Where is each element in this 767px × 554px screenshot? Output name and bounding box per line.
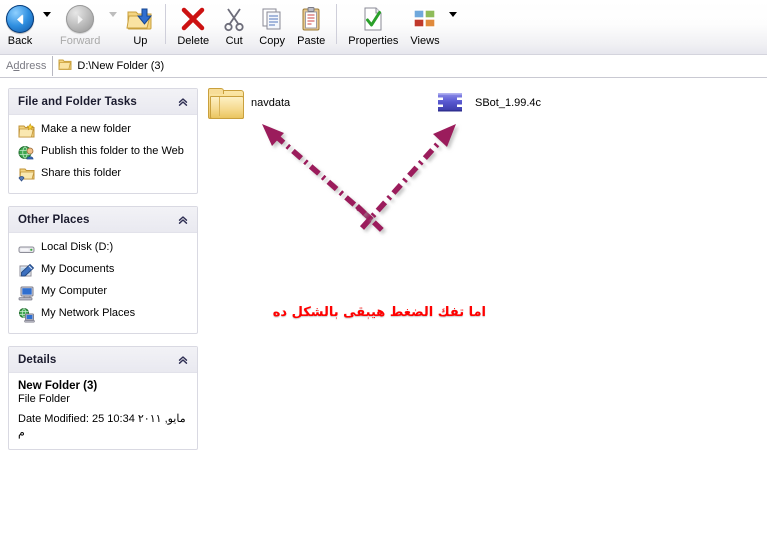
copy-button[interactable]: Copy [253,0,291,47]
sidebar-item-my-computer[interactable]: My Computer [13,282,193,304]
publish-web-icon [18,145,35,162]
checkmark-page-icon [360,4,386,34]
sidebar-item-make-a-new-folder[interactable]: Make a new folder [13,120,193,142]
file-item-sbot[interactable]: SBot_1.99.4c [432,88,541,118]
folder-icon [58,58,72,74]
delete-label: Delete [177,35,210,47]
up-label: Up [133,35,148,47]
sidebar-item-publish-this-folder-to-the-web[interactable]: Publish this folder to the Web [13,142,193,164]
my-documents-icon [18,263,35,280]
panel-title: Other Places [18,213,90,226]
forward-dropdown-button[interactable] [106,0,120,34]
paste-button[interactable]: Paste [291,0,331,47]
sidebar-item-label: Local Disk (D:) [41,241,114,253]
panel-header[interactable]: Other Places [9,207,197,233]
file-item-navdata[interactable]: navdata [208,88,291,119]
cut-button[interactable]: Cut [215,0,253,47]
details-date-modified: Date Modified: 25 مايو, ٢٠١١ 10:34 م [18,413,186,439]
up-folder-icon [126,4,154,34]
views-grid-icon [412,4,438,34]
sidebar-item-label: Make a new folder [41,123,131,135]
address-label: Address [6,60,47,72]
chevron-down-icon [43,12,51,17]
panel-other-places: Other Places Local Disk (D:) My Document… [8,206,198,334]
file-list-area[interactable]: navdata SBot_1.99.4c [200,80,767,554]
chevron-down-icon [448,12,457,17]
file-name: SBot_1.99.4c [475,97,542,109]
panel-file-and-folder-tasks: File and Folder Tasks Make a new folder [8,88,198,194]
delete-button[interactable]: Delete [171,0,215,47]
toolbar: Back Forward Up Delete Cut Copy Paste Pr… [0,0,767,55]
sidebar: File and Folder Tasks Make a new folder [8,88,198,462]
back-arrow-icon [6,4,34,34]
panel-header[interactable]: File and Folder Tasks [9,89,197,115]
details-folder-name: New Folder (3) [18,380,98,392]
properties-button[interactable]: Properties [342,0,404,47]
sidebar-item-local-disk-d[interactable]: Local Disk (D:) [13,238,193,260]
scissors-icon [221,4,247,34]
forward-arrow-icon [66,4,95,34]
hard-disk-icon [18,241,35,258]
panel-body: Local Disk (D:) My Documents My Computer… [9,233,197,333]
address-value: D:\New Folder (3) [77,60,165,72]
sidebar-item-my-network-places[interactable]: My Network Places [13,304,193,326]
sidebar-item-label: My Documents [41,263,115,275]
back-button[interactable]: Back [0,0,40,47]
share-folder-icon [18,167,35,184]
panel-details: Details New Folder (3) File Folder Date … [8,346,198,450]
properties-label: Properties [348,35,399,47]
up-button[interactable]: Up [120,0,160,47]
back-label: Back [7,35,33,47]
paste-label: Paste [297,35,326,47]
views-dropdown-button[interactable] [446,0,460,34]
address-bar: Address D:\New Folder (3) [0,55,767,78]
copy-label: Copy [259,35,285,47]
panel-title: Details [18,353,57,366]
details-body: New Folder (3) File Folder Date Modified… [9,373,197,449]
copy-pages-icon [259,4,285,34]
views-label: Views [410,35,440,47]
panel-header[interactable]: Details [9,347,197,373]
panel-title: File and Folder Tasks [18,95,137,108]
double-chevron-up-icon[interactable] [175,352,191,368]
double-chevron-up-icon[interactable] [175,212,191,228]
forward-button[interactable]: Forward [54,0,106,47]
sidebar-item-label: My Network Places [41,307,136,319]
address-input[interactable]: D:\New Folder (3) [52,56,767,76]
sidebar-item-share-this-folder[interactable]: Share this folder [13,164,193,186]
details-folder-type: File Folder [18,393,70,405]
clipboard-icon [298,4,324,34]
toolbar-separator [165,4,167,44]
network-places-icon [18,307,35,324]
folder-icon [208,88,244,119]
double-chevron-up-icon[interactable] [175,94,191,110]
views-button[interactable]: Views [404,0,445,47]
new-folder-icon [18,123,35,140]
file-name: navdata [251,97,291,109]
forward-label: Forward [60,35,101,47]
sbot-s-logo-icon [432,88,468,118]
sidebar-item-label: Share this folder [41,167,122,179]
sidebar-item-my-documents[interactable]: My Documents [13,260,193,282]
back-dropdown-button[interactable] [40,0,54,34]
chevron-down-icon [109,12,118,17]
red-x-icon [180,4,206,34]
panel-body: Make a new folder Publish this folder to… [9,115,197,193]
cut-label: Cut [225,35,243,47]
toolbar-separator [336,4,338,44]
my-computer-icon [18,285,35,302]
sidebar-item-label: My Computer [41,285,108,297]
sidebar-item-label: Publish this folder to the Web [41,145,184,157]
